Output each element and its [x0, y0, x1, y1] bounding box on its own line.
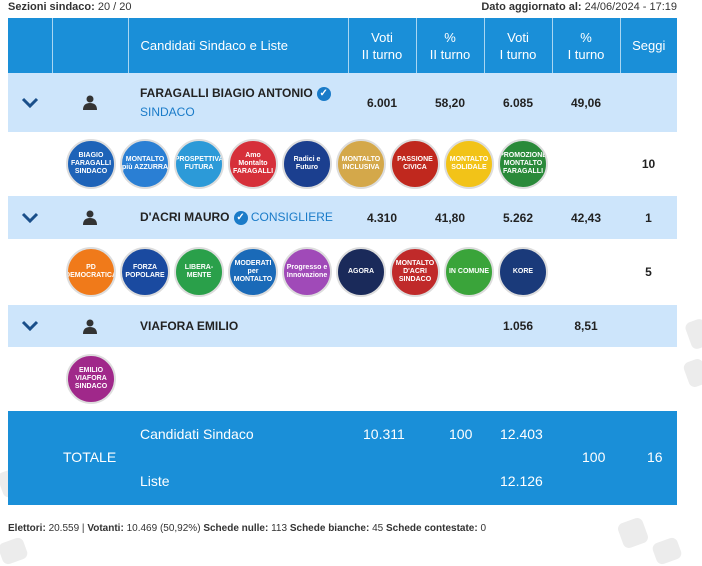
chevron-down-icon — [21, 320, 39, 332]
candidate-name: D'ACRI MAURO — [140, 210, 230, 225]
header-pct-2: % II turno — [416, 18, 485, 73]
person-icon — [83, 95, 97, 110]
header-seggi: Seggi — [620, 18, 677, 73]
total-row: TOTALE Candidati Sindaco Liste 10.311 10… — [8, 411, 677, 505]
total-liste-voti-1: 12.126 — [500, 473, 543, 489]
list-logo: Amo Montalto FARAGALLI — [228, 139, 278, 189]
pct-1: 42,43 — [552, 196, 620, 239]
list-logo: FORZA POPOLARE — [120, 247, 170, 297]
total-pct-1: 100 — [582, 449, 606, 465]
total-label: TOTALE — [63, 449, 117, 465]
total-candidati-label: Candidati Sindaco — [140, 426, 254, 442]
lists-row: BIAGIO FARAGALLI SINDACO MONTALTO più AZZ… — [8, 132, 677, 196]
chevron-down-icon — [21, 212, 39, 223]
lists-seggi — [620, 347, 677, 411]
list-logo: PASSIONE CIVICA — [390, 139, 440, 189]
header-voti-1: Voti I turno — [484, 18, 553, 73]
list-logo: EMILIO VIAFORA SINDACO — [66, 354, 116, 404]
list-logo: PROSPETTIVA FUTURA — [174, 139, 224, 189]
list-logo: AGORA — [336, 247, 386, 297]
voti-2: 6.001 — [348, 73, 416, 132]
list-logo: PROMOZIONE MONTALTO FARAGALLI — [498, 139, 548, 189]
list-logo: MONTALTO più AZZURRA — [120, 139, 170, 189]
header-pct-1: % I turno — [552, 18, 621, 73]
candidate-role: CONSIGLIERE — [250, 210, 333, 225]
table-header: Candidati Sindaco e Liste Voti II turno %… — [8, 18, 677, 73]
header-candidati: Candidati Sindaco e Liste — [128, 18, 349, 73]
total-seggi: 16 — [647, 449, 663, 465]
candidate-row: FARAGALLI BIAGIO ANTONIO ✓ SINDACO 6.001 … — [8, 73, 677, 132]
list-logos: BIAGIO FARAGALLI SINDACO MONTALTO più AZZ… — [8, 139, 620, 189]
list-logos: EMILIO VIAFORA SINDACO — [8, 354, 620, 404]
verified-icon: ✓ — [316, 86, 331, 101]
lists-seggi: 10 — [620, 132, 677, 196]
update-info: Dato aggiornato al: 24/06/2024 - 17:19 — [481, 1, 677, 13]
candidate-row: D'ACRI MAURO ✓ CONSIGLIERE 4.310 41,80 5.… — [8, 196, 677, 239]
verified-icon: ✓ — [233, 210, 248, 225]
lists-row: PD DEMOCRATICA FORZA POPOLARE LIBERA-MENTE… — [8, 239, 677, 305]
voti-1: 5.262 — [484, 196, 552, 239]
total-cand-pct-2: 100 — [449, 426, 473, 442]
header-voti-2: Voti II turno — [348, 18, 417, 73]
seggi: 1 — [620, 196, 677, 239]
lists-seggi: 5 — [620, 239, 677, 305]
list-logo: Progresso e Innovazione — [282, 247, 332, 297]
background-decoration — [0, 536, 29, 566]
list-logo: MONTALTO SOLIDALE — [444, 139, 494, 189]
total-liste-label: Liste — [140, 473, 170, 489]
voti-2: 4.310 — [348, 196, 416, 239]
seggi — [620, 305, 677, 347]
list-logo: MODERATI per MONTALTO — [228, 247, 278, 297]
list-logo: MONTALTO INCLUSIVA — [336, 139, 386, 189]
chevron-down-icon — [21, 97, 39, 108]
voti-1: 1.056 — [484, 305, 552, 347]
background-decoration — [616, 516, 650, 550]
pct-1: 8,51 — [552, 305, 620, 347]
list-logo: BIAGIO FARAGALLI SINDACO — [66, 139, 116, 189]
voti-2 — [348, 305, 416, 347]
sezioni-info: Sezioni sindaco: 20 / 20 — [8, 1, 132, 13]
background-decoration — [682, 357, 702, 389]
candidate-name: VIAFORA EMILIO — [140, 319, 239, 333]
candidate-row: VIAFORA EMILIO 1.056 8,51 — [8, 305, 677, 347]
candidate-name: FARAGALLI BIAGIO ANTONIO — [140, 86, 313, 101]
pct-1: 49,06 — [552, 73, 620, 132]
total-cand-voti-1: 12.403 — [500, 426, 543, 442]
pct-2: 58,20 — [416, 73, 484, 132]
total-cand-voti-2: 10.311 — [363, 426, 405, 442]
expand-toggle[interactable] — [8, 305, 52, 347]
footer-stats: Elettori: 20.559 | Votanti: 10.469 (50,9… — [8, 523, 487, 534]
expand-toggle[interactable] — [8, 73, 52, 132]
list-logo: PD DEMOCRATICA — [66, 247, 116, 297]
list-logo: KORE — [498, 247, 548, 297]
voti-1: 6.085 — [484, 73, 552, 132]
background-decoration — [683, 317, 702, 351]
results-table: Candidati Sindaco e Liste Voti II turno %… — [8, 18, 677, 505]
pct-2: 41,80 — [416, 196, 484, 239]
seggi — [620, 73, 677, 132]
candidate-role: SINDACO — [140, 104, 195, 119]
lists-row: EMILIO VIAFORA SINDACO — [8, 347, 677, 411]
list-logo: LIBERA-MENTE — [174, 247, 224, 297]
list-logo: IN COMUNE — [444, 247, 494, 297]
pct-2 — [416, 305, 484, 347]
list-logo: Radici e Futuro — [282, 139, 332, 189]
status-bar: Sezioni sindaco: 20 / 20 Dato aggiornato… — [8, 0, 677, 16]
list-logos: PD DEMOCRATICA FORZA POPOLARE LIBERA-MENTE… — [8, 247, 620, 297]
person-icon — [83, 210, 97, 225]
expand-toggle[interactable] — [8, 196, 52, 239]
person-icon — [83, 319, 97, 334]
background-decoration — [651, 536, 683, 566]
list-logo: MONTALTO D'ACRI SINDACO — [390, 247, 440, 297]
